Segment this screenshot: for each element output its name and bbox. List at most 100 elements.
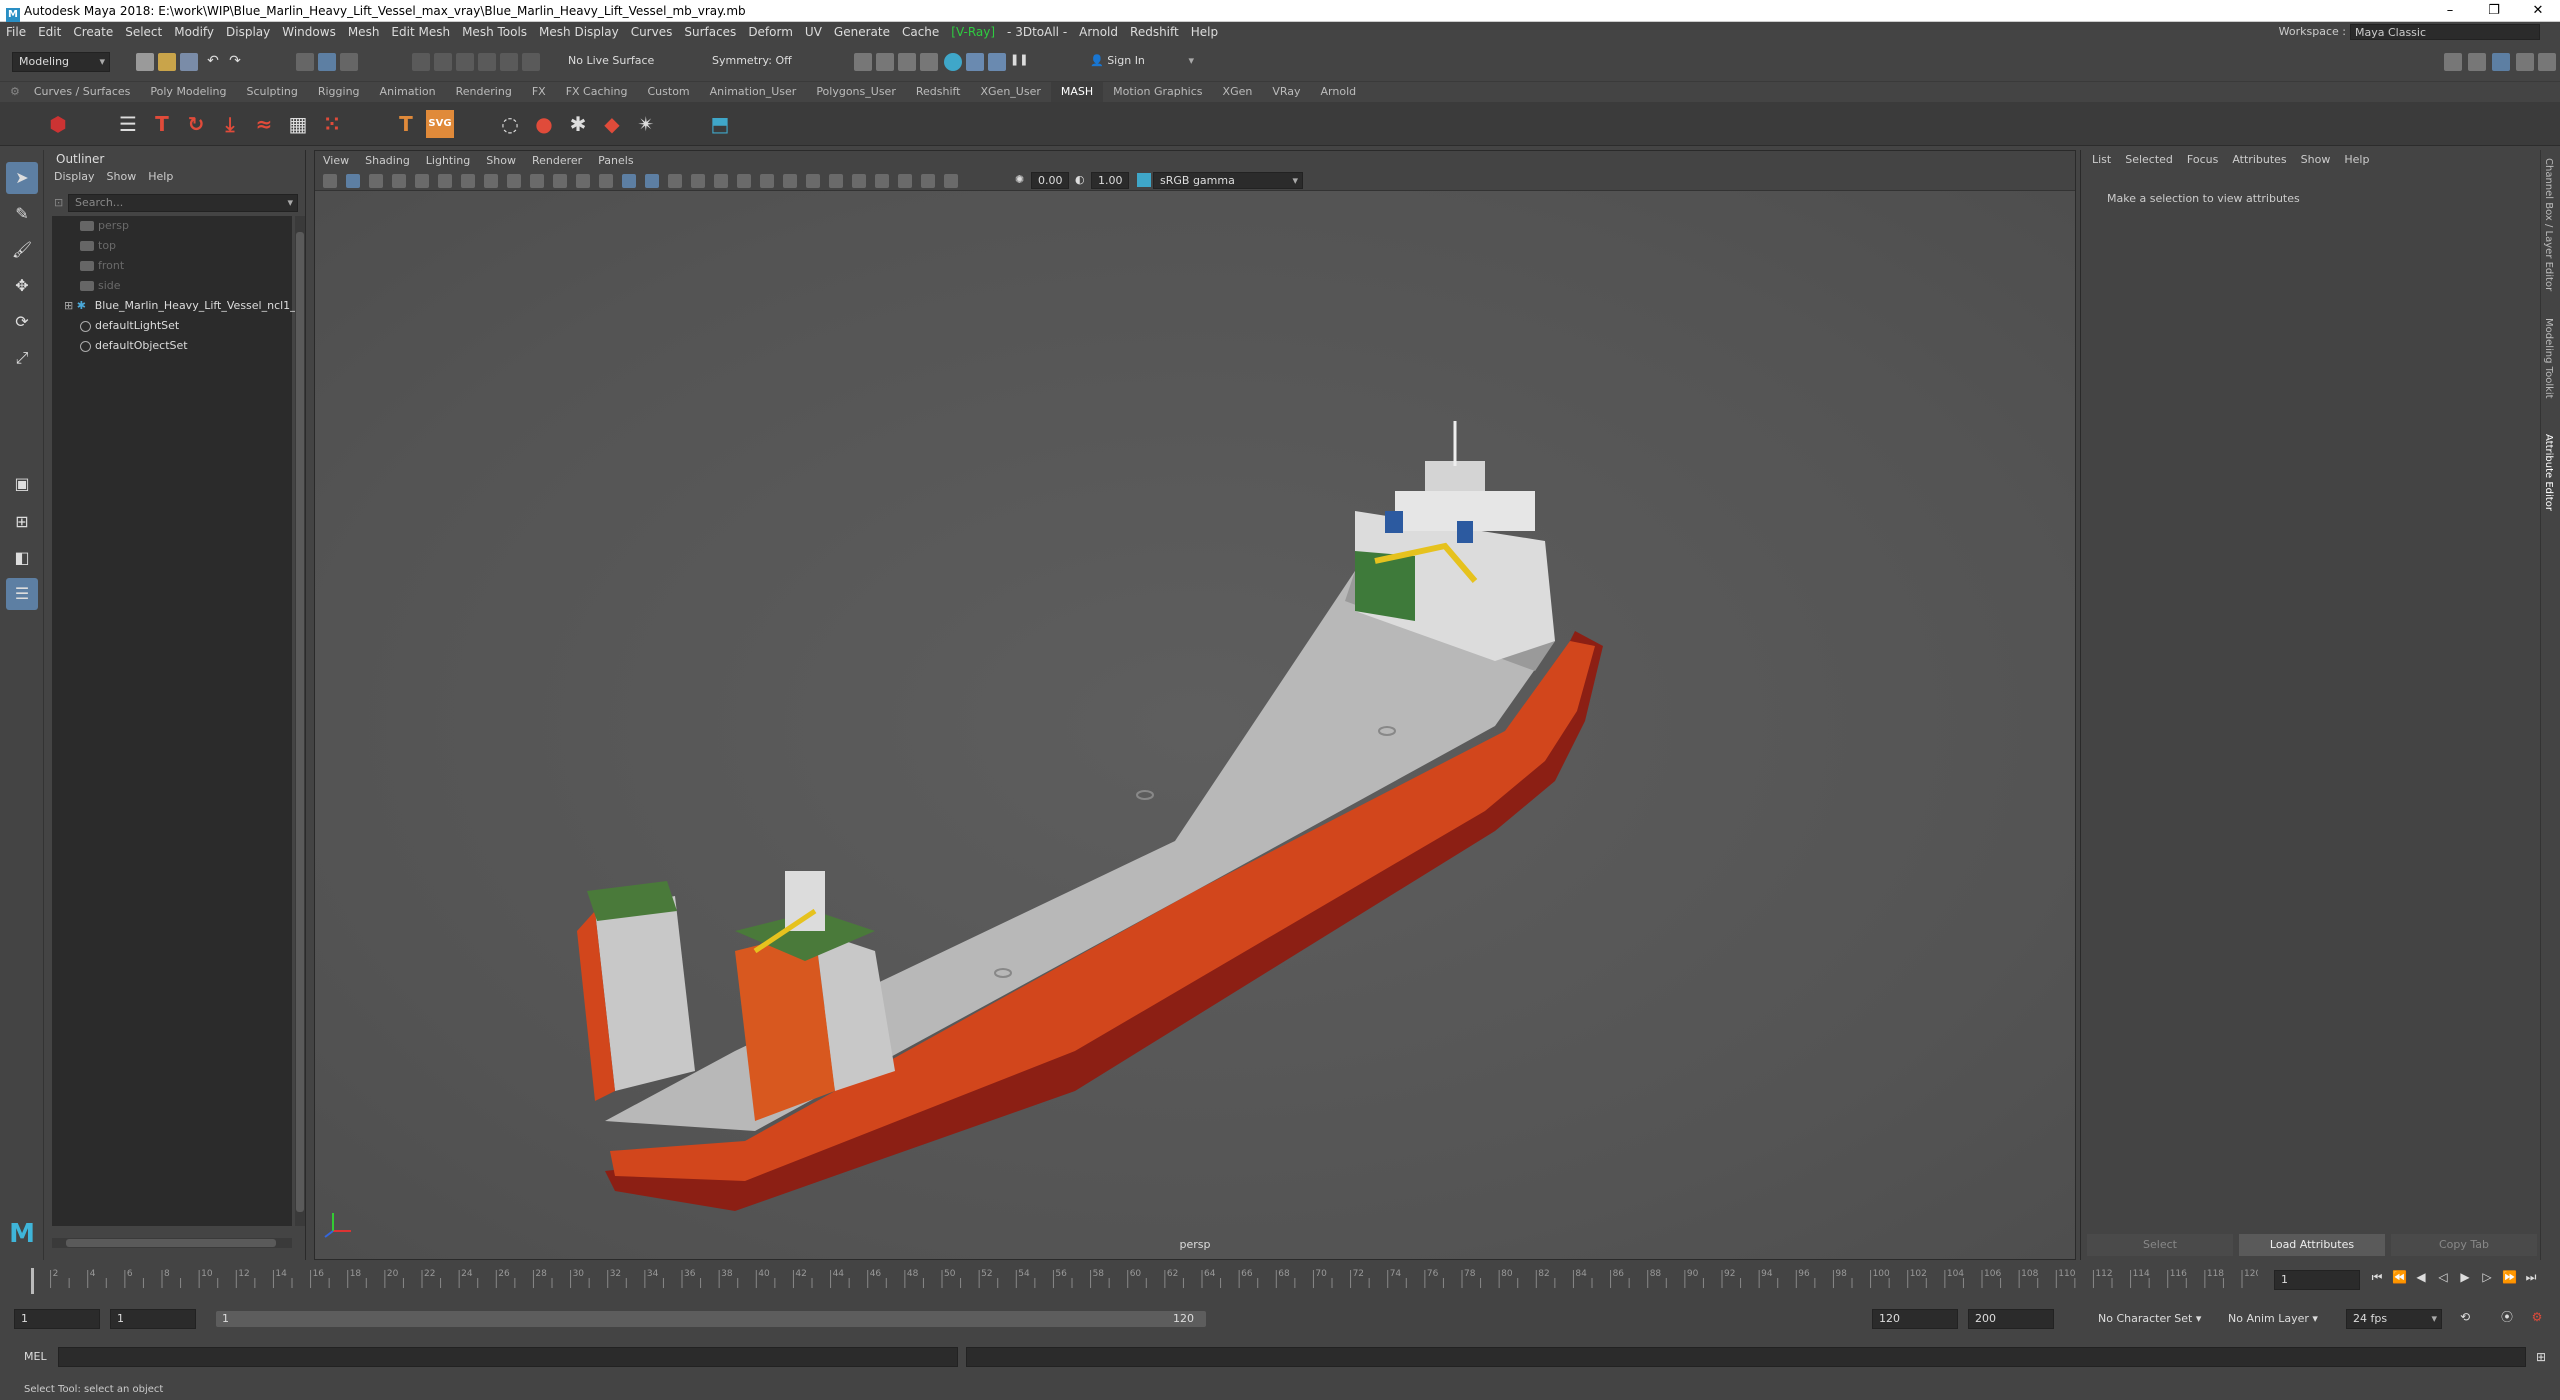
outliner-hscrollbar-thumb[interactable]: [66, 1239, 276, 1247]
isolate-select-icon[interactable]: [852, 174, 866, 188]
new-scene-icon[interactable]: [136, 53, 154, 71]
gate-mask-icon[interactable]: [530, 174, 544, 188]
outliner-item[interactable]: top: [52, 236, 292, 256]
ae-menu-help[interactable]: Help: [2337, 150, 2376, 170]
viewport-menu-renderer[interactable]: Renderer: [524, 151, 590, 171]
close-button[interactable]: ✕: [2516, 0, 2560, 22]
move-tool-icon[interactable]: ✥: [6, 270, 38, 302]
xray-joints-icon[interactable]: [898, 174, 912, 188]
menu-generate[interactable]: Generate: [828, 22, 896, 42]
shelf-tab-custom[interactable]: Custom: [638, 82, 700, 102]
vray-frame-buffer-icon[interactable]: [966, 53, 984, 71]
anim-start-field[interactable]: 1: [110, 1309, 196, 1329]
menu-deform[interactable]: Deform: [742, 22, 799, 42]
anim-layer-dropdown[interactable]: No Anim Layer ▾: [2228, 1312, 2318, 1325]
viewport-menu-show[interactable]: Show: [478, 151, 524, 171]
step-back-frame-icon[interactable]: ◀: [2414, 1270, 2428, 1284]
shelf-tab-animation-user[interactable]: Animation_User: [700, 82, 807, 102]
sign-in-button[interactable]: 👤 Sign In ▾: [1084, 52, 1198, 72]
motion-blur-icon[interactable]: [783, 174, 797, 188]
menu-edit-mesh[interactable]: Edit Mesh: [385, 22, 456, 42]
color-management-icon[interactable]: [1137, 173, 1151, 187]
menu-edit[interactable]: Edit: [32, 22, 67, 42]
render-settings-icon[interactable]: [898, 53, 916, 71]
mash-spline-icon[interactable]: ≈: [250, 110, 278, 138]
outliner-item[interactable]: front: [52, 256, 292, 276]
outliner-hscrollbar[interactable]: [52, 1238, 292, 1248]
use-all-lights-icon[interactable]: [714, 174, 728, 188]
viewport-menu-view[interactable]: View: [315, 151, 357, 171]
vray-render-icon[interactable]: [944, 53, 962, 71]
field-chart-icon[interactable]: [553, 174, 567, 188]
animation-prefs-icon[interactable]: ⚙: [2530, 1310, 2544, 1324]
outliner-item[interactable]: defaultObjectSet: [52, 336, 292, 356]
go-to-start-icon[interactable]: ⏮: [2370, 1270, 2384, 1284]
shelf-tab-mash[interactable]: MASH: [1050, 82, 1104, 102]
toggle-channel-box-icon[interactable]: [2492, 53, 2510, 71]
open-scene-icon[interactable]: [158, 53, 176, 71]
mash-blend-icon[interactable]: ◆: [598, 110, 626, 138]
restore-button[interactable]: ❐: [2472, 0, 2516, 22]
viewport-menu-panels[interactable]: Panels: [590, 151, 641, 171]
ae-menu-list[interactable]: List: [2085, 150, 2118, 170]
mash-outliner-icon[interactable]: ☰: [114, 110, 142, 138]
shadows-icon[interactable]: [737, 174, 751, 188]
toggle-attribute-editor-icon[interactable]: [2468, 53, 2486, 71]
grease-pencil-icon[interactable]: [438, 174, 452, 188]
rotate-tool-icon[interactable]: ⟳: [6, 306, 38, 338]
select-hierarchy-icon[interactable]: [296, 53, 314, 71]
shelf-tab-animation[interactable]: Animation: [370, 82, 446, 102]
pause-icon[interactable]: ❚❚: [1010, 53, 1028, 71]
toggle-tool-settings-icon[interactable]: [2516, 53, 2534, 71]
command-language-label[interactable]: MEL: [24, 1350, 47, 1363]
symmetry-dropdown[interactable]: Symmetry: Off: [706, 52, 822, 72]
snap-point-icon[interactable]: [456, 53, 474, 71]
viewport-3d-scene[interactable]: persp: [315, 191, 2075, 1259]
snap-curve-icon[interactable]: [434, 53, 452, 71]
snap-live-icon[interactable]: [522, 53, 540, 71]
snap-surface-icon[interactable]: [500, 53, 518, 71]
minimize-button[interactable]: –: [2428, 0, 2472, 22]
shelf-tab-motion-graphics[interactable]: Motion Graphics: [1103, 82, 1212, 102]
resolution-gate-icon[interactable]: [507, 174, 521, 188]
wireframe-icon[interactable]: [622, 174, 636, 188]
mash-create-network-icon[interactable]: ⬢: [44, 110, 72, 138]
scale-tool-icon[interactable]: ⤢: [6, 342, 38, 374]
character-set-dropdown[interactable]: No Character Set ▾: [2098, 1312, 2201, 1325]
mash-curve-warp-icon[interactable]: ↻: [182, 110, 210, 138]
two-view-layout-icon[interactable]: ◧: [6, 542, 38, 574]
gamma-field[interactable]: 1.00: [1091, 172, 1129, 189]
outliner-menu-display[interactable]: Display: [48, 168, 101, 186]
live-surface-field[interactable]: No Live Surface: [562, 52, 680, 72]
shelf-tab-arnold[interactable]: Arnold: [1311, 82, 1367, 102]
shelf-tab-redshift[interactable]: Redshift: [906, 82, 971, 102]
four-view-layout-icon[interactable]: ⊞: [6, 506, 38, 538]
type-tool-icon[interactable]: T: [392, 110, 420, 138]
single-perspective-layout-icon[interactable]: ▣: [6, 468, 38, 500]
shelf-tab-xgen[interactable]: XGen: [1213, 82, 1263, 102]
time-slider[interactable]: 2 4 6 8 10 12 14 16 18 20 22 24 26 28 30 32 34 36 38 40 42 44…: [0, 1264, 2560, 1298]
default-material-icon[interactable]: [668, 174, 682, 188]
undo-icon[interactable]: ↶: [204, 53, 222, 71]
script-editor-icon[interactable]: ⊞: [2534, 1350, 2548, 1364]
lasso-tool-icon[interactable]: ✎: [6, 198, 38, 230]
outliner-scrollbar[interactable]: [295, 216, 305, 1226]
mash-scatter-icon[interactable]: ✱: [564, 110, 592, 138]
go-to-end-icon[interactable]: ⏭: [2524, 1270, 2538, 1284]
viewport-menu-lighting[interactable]: Lighting: [418, 151, 478, 171]
mash-drop-icon[interactable]: ⤓: [216, 110, 244, 138]
grid-icon[interactable]: [461, 174, 475, 188]
current-frame-field[interactable]: 1: [2274, 1270, 2360, 1290]
textured-icon[interactable]: [691, 174, 705, 188]
toggle-layer-editor-icon[interactable]: [2538, 53, 2556, 71]
mash-text-icon[interactable]: T: [148, 110, 176, 138]
mash-export-icon[interactable]: ⬒: [706, 110, 734, 138]
menu-display[interactable]: Display: [220, 22, 276, 42]
outliner-menu-help[interactable]: Help: [142, 168, 179, 186]
copy-tab-button[interactable]: Copy Tab: [2391, 1234, 2537, 1256]
render-current-frame-icon[interactable]: [854, 53, 872, 71]
step-back-key-icon[interactable]: ⏪: [2392, 1270, 2407, 1284]
menu-help[interactable]: Help: [1185, 22, 1224, 42]
color-space-dropdown[interactable]: sRGB gamma ▾: [1153, 172, 1303, 189]
hypershade-icon[interactable]: [920, 53, 938, 71]
